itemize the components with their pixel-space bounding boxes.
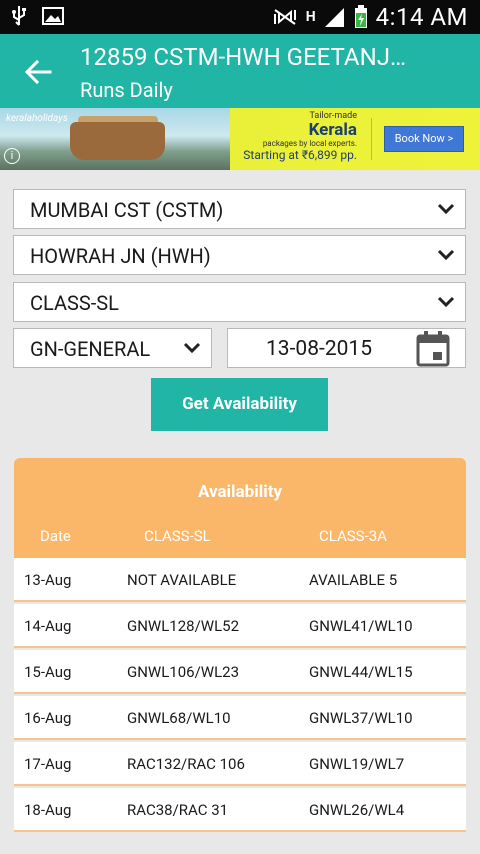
row-class-3a-status: GNWL19/WL7	[309, 755, 405, 773]
row-date: 18-Aug	[24, 801, 72, 819]
ad-banner[interactable]: keralaholidays i Tailor-made Kerala pack…	[0, 108, 480, 170]
to-station-select[interactable]: HOWRAH JN (HWH)	[13, 235, 466, 275]
row-class-3a-status: GNWL37/WL10	[309, 709, 413, 727]
chevron-down-icon	[437, 296, 455, 308]
journey-date-value: 13-08-2015	[266, 337, 373, 361]
ad-brand-logo: keralaholidays	[6, 113, 68, 124]
chevron-down-icon	[183, 342, 201, 354]
battery-charging-icon	[354, 5, 367, 28]
availability-table: Availability Date CLASS-SL CLASS-3A 13-A…	[14, 458, 466, 836]
ad-subline: packages by local experts.	[262, 139, 357, 148]
status-bar: H 4:14 AM	[0, 0, 480, 34]
class-select[interactable]: CLASS-SL	[13, 282, 466, 322]
row-date: 14-Aug	[24, 617, 72, 635]
calendar-icon[interactable]	[415, 330, 451, 368]
table-row[interactable]: 18-Aug RAC38/RAC 31 GNWL26/WL4	[14, 788, 466, 832]
column-header-class-3a: CLASS-3A	[319, 527, 387, 545]
row-class-3a-status: GNWL44/WL15	[309, 663, 413, 681]
class-value: CLASS-SL	[30, 291, 119, 315]
image-icon	[42, 7, 64, 25]
page-subtitle: Runs Daily	[80, 78, 173, 102]
row-class-3a-status: GNWL41/WL10	[309, 617, 413, 635]
row-date: 13-Aug	[24, 571, 72, 589]
from-station-select[interactable]: MUMBAI CST (CSTM)	[13, 189, 466, 229]
table-row[interactable]: 17-Aug RAC132/RAC 106 GNWL19/WL7	[14, 742, 466, 786]
table-row[interactable]: 15-Aug GNWL106/WL23 GNWL44/WL15	[14, 650, 466, 694]
chevron-down-icon	[437, 249, 455, 261]
row-date: 15-Aug	[24, 663, 72, 681]
table-row[interactable]: 14-Aug GNWL128/WL52 GNWL41/WL10	[14, 604, 466, 648]
ad-copy: Tailor-made Kerala packages by local exp…	[232, 111, 357, 162]
clock: 4:14 AM	[375, 3, 468, 31]
row-class-sl-status: RAC38/RAC 31	[127, 801, 229, 819]
availability-caption: Availability	[197, 482, 283, 502]
row-class-sl-status: GNWL68/WL10	[127, 709, 231, 727]
ad-price: Starting at ₹6,899 pp.	[243, 148, 357, 162]
table-row[interactable]: 16-Aug GNWL68/WL10 GNWL37/WL10	[14, 696, 466, 740]
row-class-sl-status: GNWL106/WL23	[127, 663, 240, 681]
availability-header: Availability Date CLASS-SL CLASS-3A	[14, 458, 466, 558]
row-class-3a-status: AVAILABLE 5	[309, 571, 398, 589]
row-class-sl-status: RAC132/RAC 106	[127, 755, 245, 773]
ad-headline: Kerala	[308, 120, 357, 140]
to-station-value: HOWRAH JN (HWH)	[30, 244, 211, 268]
quota-select[interactable]: GN-GENERAL	[13, 328, 212, 368]
book-now-button[interactable]: Book Now >	[384, 126, 464, 152]
arrow-left-icon[interactable]	[22, 56, 54, 88]
table-row[interactable]: 13-Aug NOT AVAILABLE AVAILABLE 5	[14, 558, 466, 602]
row-date: 16-Aug	[24, 709, 72, 727]
nfc-muted-icon	[273, 9, 296, 25]
ad-divider	[371, 118, 372, 160]
row-class-sl-status: NOT AVAILABLE	[127, 571, 237, 589]
from-station-value: MUMBAI CST (CSTM)	[30, 198, 224, 222]
houseboat-hull	[70, 122, 165, 160]
row-date: 17-Aug	[24, 755, 72, 773]
usb-icon	[12, 6, 26, 26]
column-header-class-sl: CLASS-SL	[144, 527, 211, 545]
row-class-3a-status: GNWL26/WL4	[309, 801, 405, 819]
journey-date-field[interactable]: 13-08-2015	[227, 328, 466, 368]
signal-icon	[324, 8, 344, 27]
column-header-date: Date	[40, 527, 71, 545]
quota-value: GN-GENERAL	[30, 337, 151, 361]
get-availability-button[interactable]: Get Availability	[151, 378, 328, 431]
row-class-sl-status: GNWL128/WL52	[127, 617, 240, 635]
app-bar: 12859 CSTM-HWH GEETANJ… Runs Daily	[0, 34, 480, 108]
page-title: 12859 CSTM-HWH GEETANJ…	[80, 43, 406, 71]
chevron-down-icon	[437, 203, 455, 215]
network-type-label: H	[305, 9, 316, 25]
ad-info-icon[interactable]: i	[4, 148, 20, 164]
